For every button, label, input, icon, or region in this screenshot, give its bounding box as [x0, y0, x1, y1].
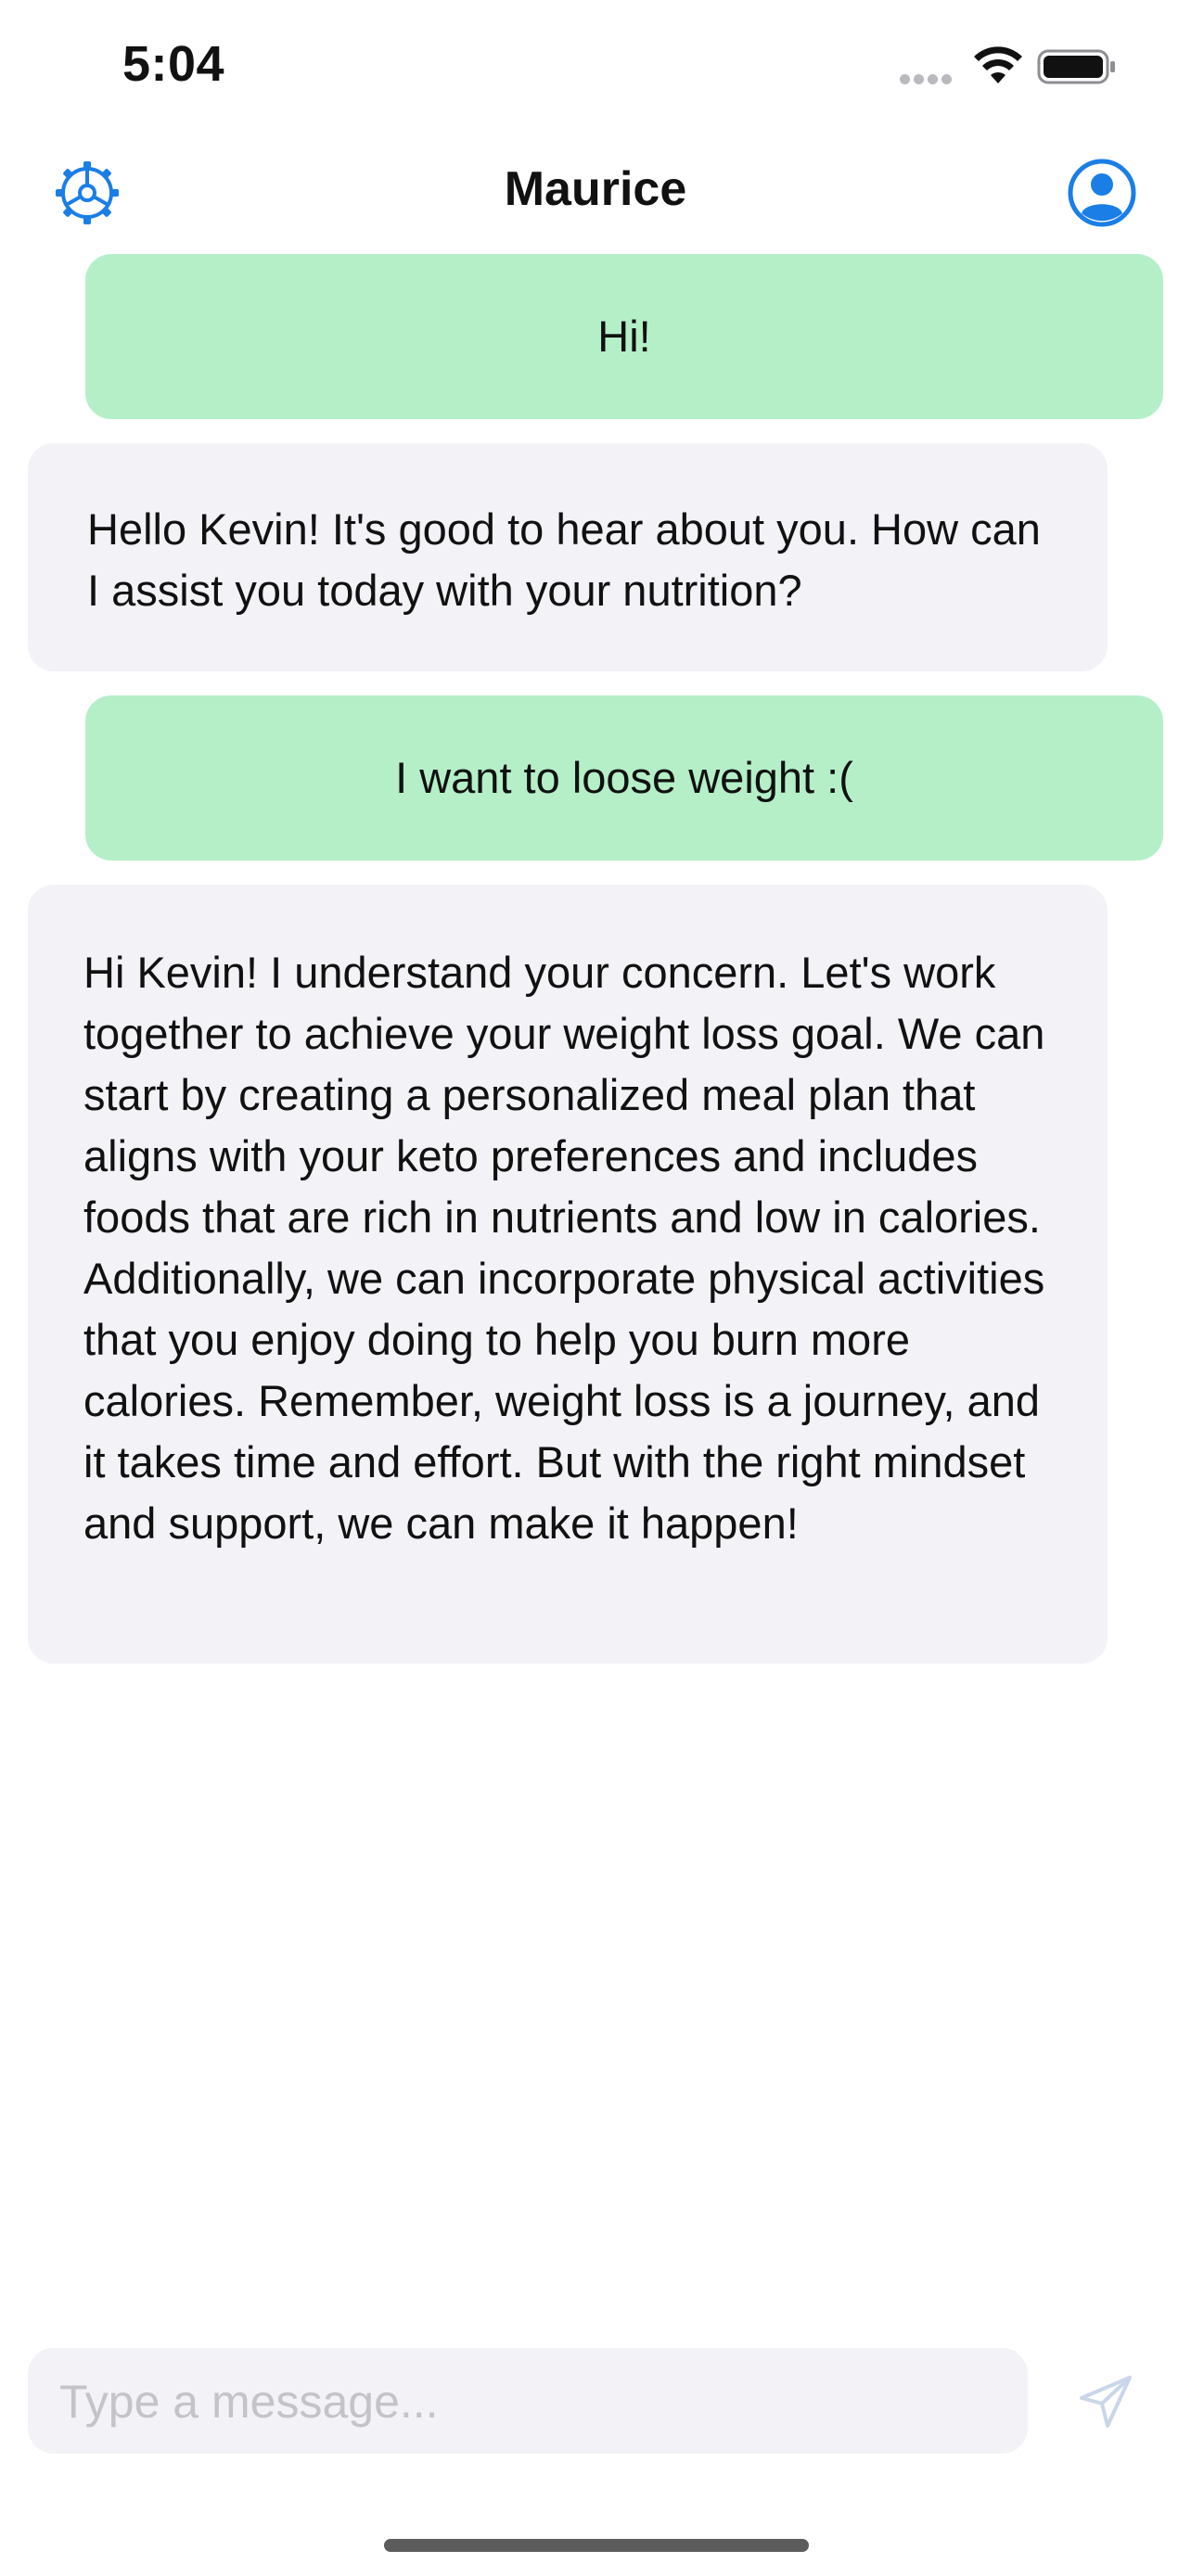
user-message-bubble: Hi! [85, 254, 1163, 419]
message-list[interactable]: Hi! Hello Kevin! It's good to hear about… [0, 0, 1191, 2318]
home-indicator[interactable] [384, 2539, 809, 2552]
message-input[interactable] [58, 2348, 1002, 2455]
assistant-message-bubble: Hi Kevin! I understand your concern. Let… [28, 885, 1108, 1664]
assistant-message-bubble: Hello Kevin! It's good to hear about you… [28, 443, 1108, 671]
send-icon[interactable] [1076, 2372, 1135, 2431]
message-composer [28, 2348, 1028, 2455]
chat-screen: 5:04 Maurice Hi! Hello Kevin! It's good … [0, 0, 1191, 2576]
user-message-bubble: I want to loose weight :( [85, 695, 1163, 861]
